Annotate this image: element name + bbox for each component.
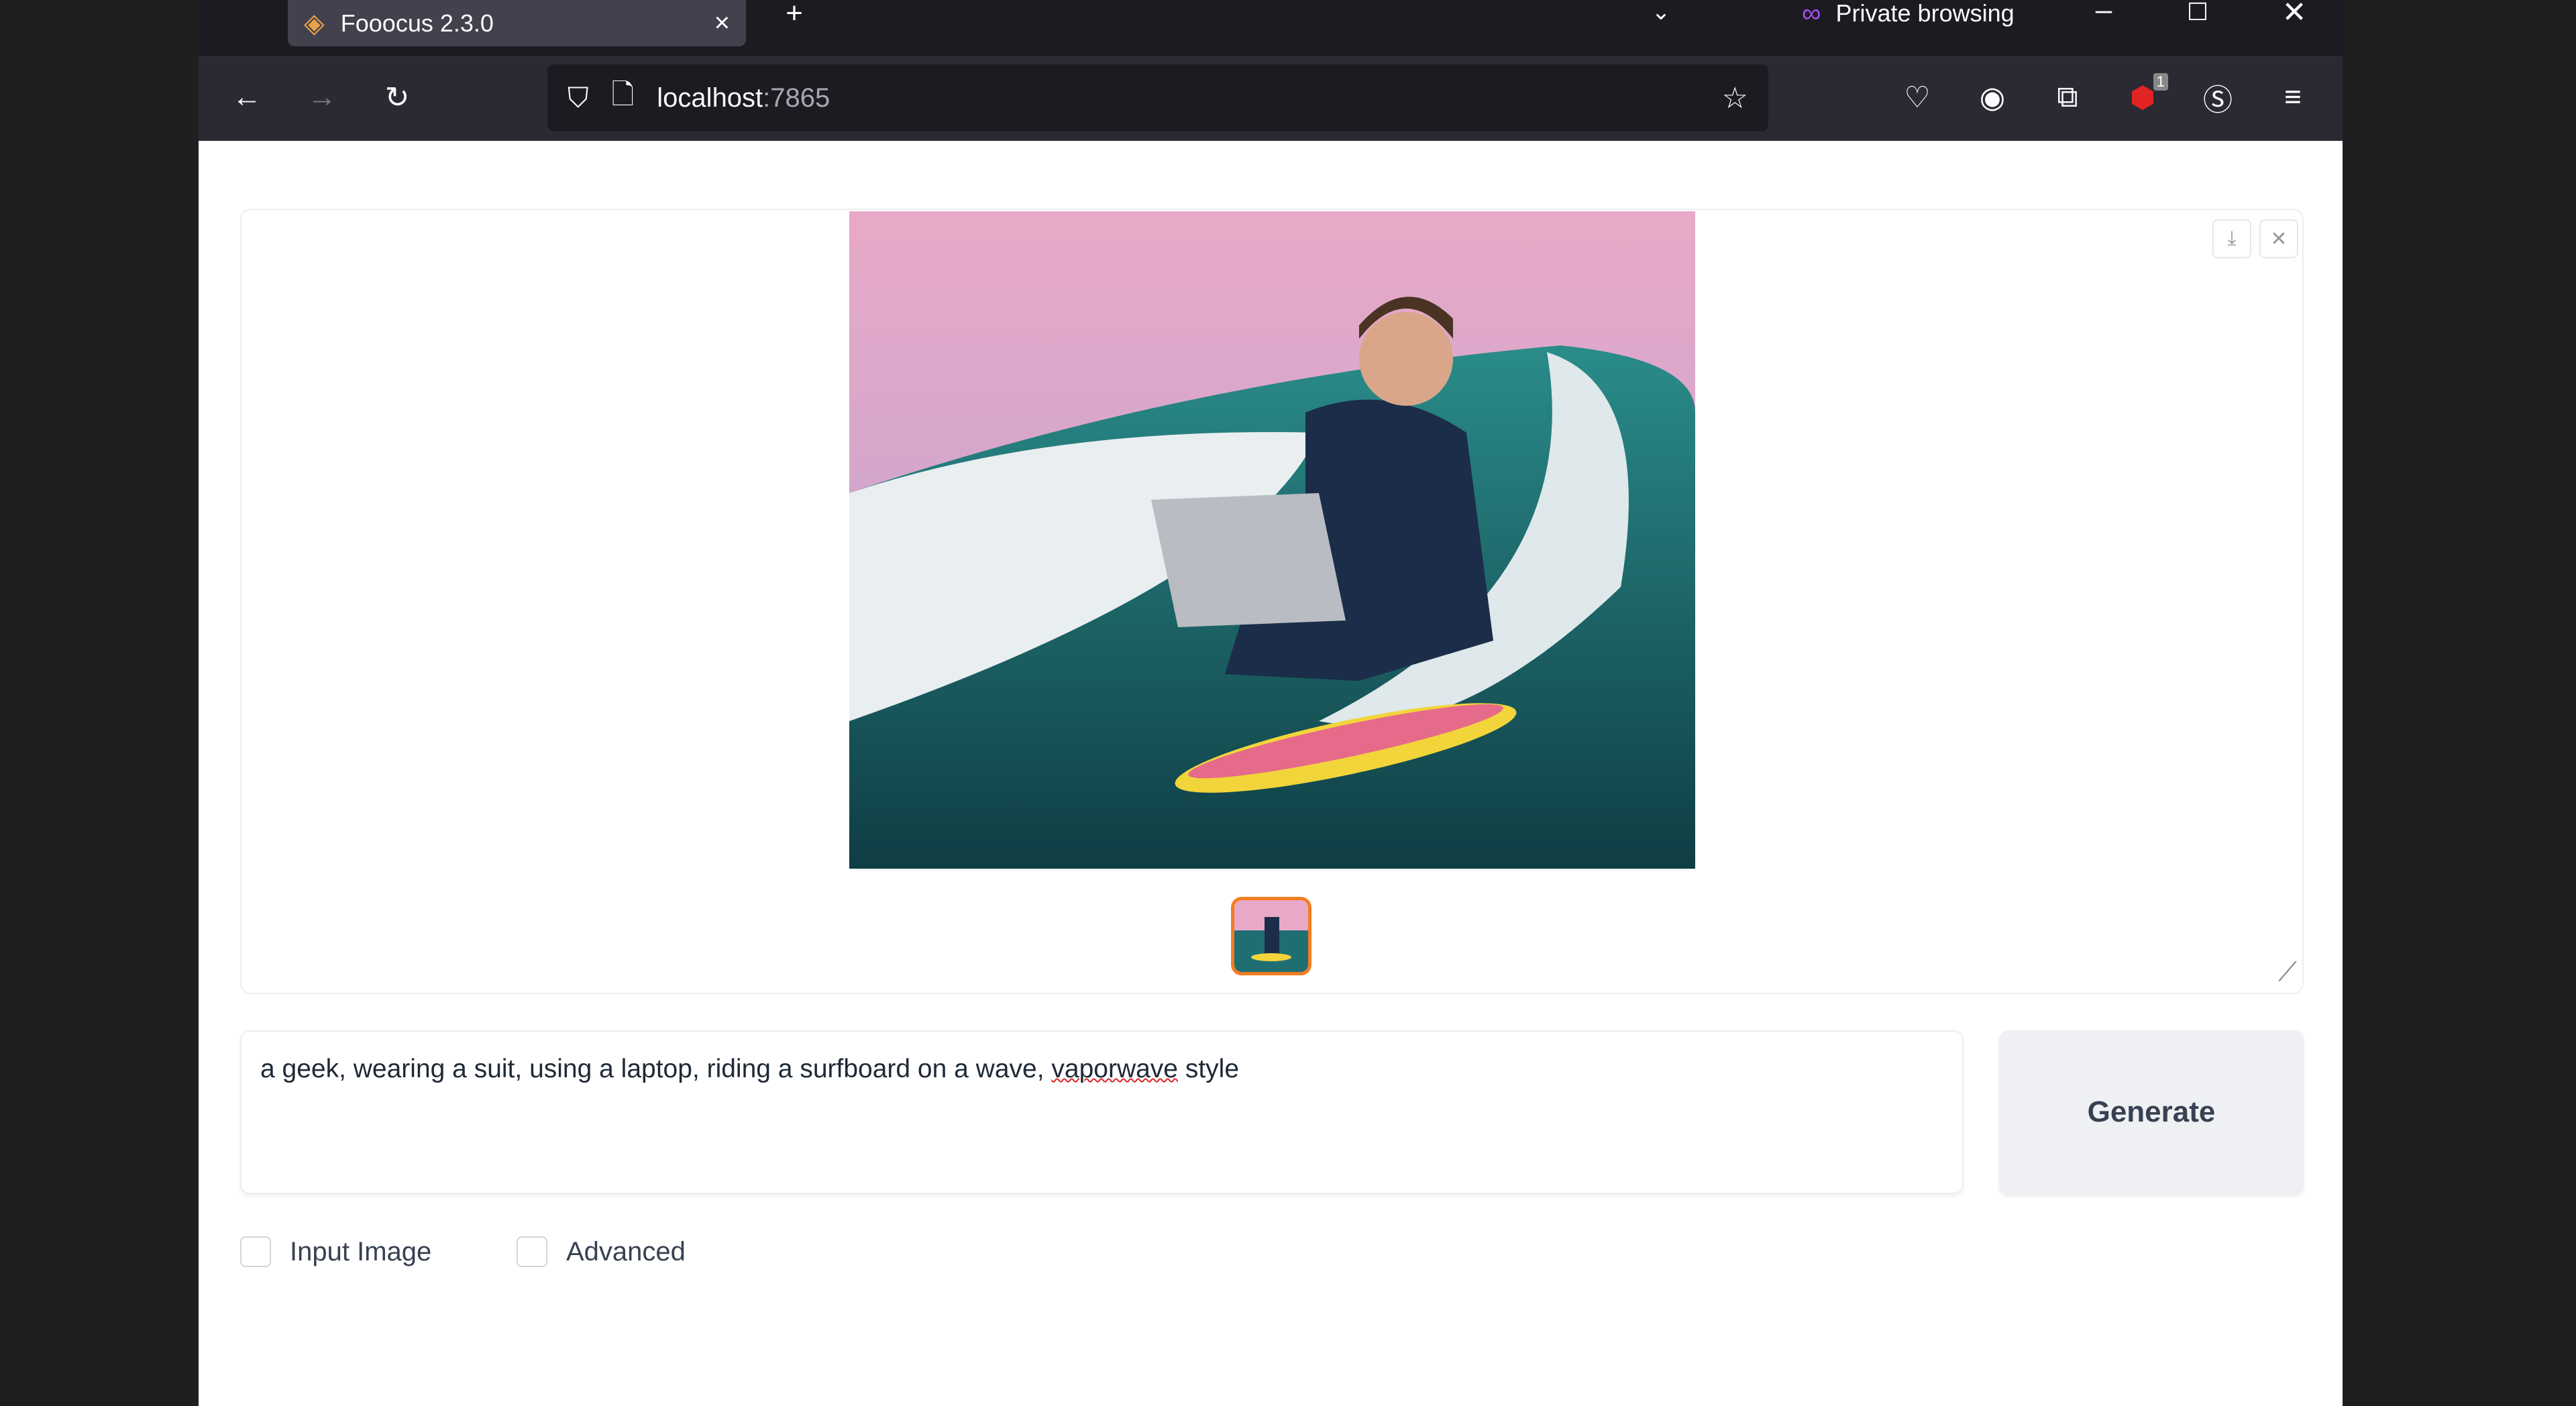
fooocus-app: ⤓ ✕ ⟋ a geek, wearing a suit, using a la… — [199, 141, 2343, 1406]
back-icon[interactable]: ← — [225, 76, 268, 119]
pocket-icon[interactable]: ♡ — [1896, 76, 1939, 119]
resize-handle-icon[interactable]: ⟋ — [2278, 957, 2297, 987]
close-gallery-icon[interactable]: ✕ — [2259, 219, 2298, 258]
gallery-thumbnail[interactable] — [1231, 897, 1311, 975]
thumbnail-image — [1234, 900, 1308, 972]
download-icon[interactable]: ⤓ — [2212, 219, 2251, 258]
misspelled-word: vaporwave — [1051, 1054, 1178, 1083]
account-icon[interactable]: ◉ — [1971, 76, 2014, 119]
checkbox-box[interactable] — [517, 1236, 547, 1267]
reload-icon[interactable]: ↻ — [376, 76, 419, 119]
private-mask-icon: ∞ — [1802, 0, 1821, 28]
checkbox-box[interactable] — [240, 1236, 271, 1267]
image-gallery: ⤓ ✕ ⟋ — [240, 209, 2304, 994]
extensions-icon[interactable]: ⧉ — [2046, 76, 2089, 119]
page-icon: 🗋 — [611, 78, 635, 110]
ublock-icon[interactable]: ⬢ 1 — [2121, 73, 2168, 119]
fooocus-favicon-icon: ◈ — [304, 8, 325, 38]
prompt-text-end: style — [1178, 1054, 1240, 1083]
generate-button[interactable]: Generate — [1999, 1030, 2304, 1194]
advanced-label: Advanced — [566, 1236, 686, 1266]
tab-fooocus[interactable]: ◈ Fooocus 2.3.0 × — [288, 0, 746, 46]
close-window-icon[interactable]: ✕ — [2274, 0, 2314, 29]
prompt-text: a geek, wearing a suit, using a laptop, … — [260, 1054, 1052, 1083]
extension-badge: 1 — [2153, 73, 2168, 91]
shield-icon[interactable]: ⛉ — [568, 82, 589, 115]
private-browsing-indicator: ∞ Private browsing — [1802, 0, 2015, 28]
input-image-checkbox[interactable]: Input Image — [240, 1236, 431, 1267]
private-label: Private browsing — [1835, 0, 2015, 27]
input-image-label: Input Image — [290, 1236, 432, 1266]
minimize-icon[interactable]: – — [2084, 0, 2124, 26]
bookmark-star-icon[interactable]: ☆ — [1722, 81, 1748, 115]
extension-s-icon[interactable]: Ⓢ — [2196, 76, 2239, 119]
maximize-icon[interactable]: ☐ — [2178, 0, 2218, 25]
menu-icon[interactable]: ≡ — [2271, 76, 2314, 119]
url-bar[interactable]: ⛉ 🗋 localhost:7865 ☆ — [547, 64, 1768, 131]
url-host: localhost — [657, 83, 763, 113]
generated-image[interactable] — [849, 211, 1695, 869]
tab-close-icon[interactable]: × — [714, 8, 730, 38]
nav-toolbar: ← → ↻ ⛉ 🗋 localhost:7865 ☆ ♡ ◉ ⧉ ⬢ 1 Ⓢ ≡ — [199, 56, 2343, 141]
browser-window: ◈ Fooocus 2.3.0 × + ⌄ ∞ Private browsing… — [199, 0, 2343, 1406]
forward-icon[interactable]: → — [301, 76, 343, 119]
new-tab-icon[interactable]: + — [774, 0, 814, 30]
tab-title: Fooocus 2.3.0 — [340, 9, 494, 37]
url-port: :7865 — [763, 83, 830, 113]
advanced-checkbox[interactable]: Advanced — [517, 1236, 686, 1267]
prompt-textarea[interactable]: a geek, wearing a suit, using a laptop, … — [240, 1030, 1964, 1194]
tab-list-chevron-icon[interactable]: ⌄ — [1641, 0, 1681, 25]
tab-bar: ◈ Fooocus 2.3.0 × + ⌄ ∞ Private browsing… — [199, 0, 2343, 56]
